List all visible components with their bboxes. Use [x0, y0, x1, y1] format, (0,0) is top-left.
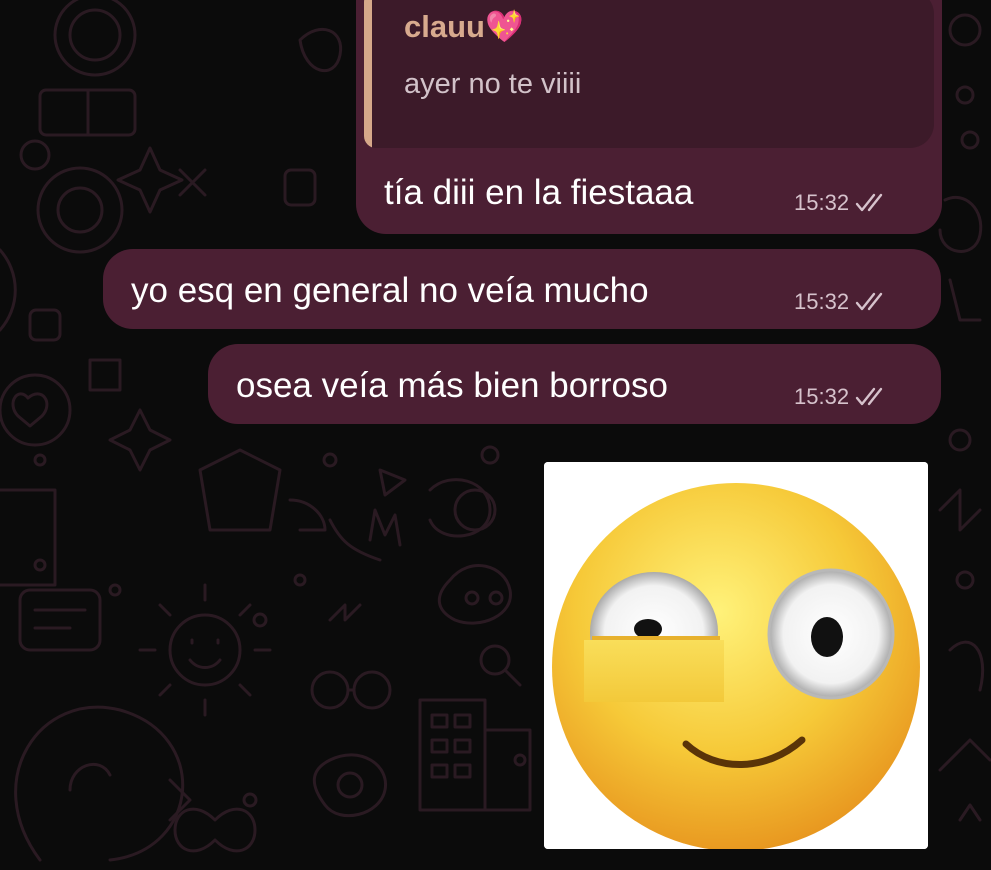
message-text: yo esq en general no veía mucho [131, 271, 649, 310]
emoji-sticker[interactable] [544, 462, 928, 849]
message-meta: 15:32 [794, 190, 889, 216]
message-text: tía diii en la fiestaaa [384, 173, 694, 212]
message-meta: 15:32 [794, 289, 889, 315]
message-time: 15:32 [794, 384, 850, 409]
reply-message-bubble[interactable]: clauu💖 ayer no te viiii tía diii en la f… [356, 0, 942, 234]
message-bubble[interactable]: yo esq en general no veía mucho 15:32 [103, 249, 941, 329]
message-time: 15:32 [794, 190, 850, 215]
message-bubble[interactable]: osea veía más bien borroso 15:32 [208, 344, 941, 424]
flushed-uneven-eyes-emoji-icon [544, 462, 928, 849]
quoted-author-name: clauu💖 [404, 8, 524, 45]
quote-accent-bar [364, 0, 372, 148]
author-name-text: clauu [404, 9, 485, 44]
double-check-icon [855, 292, 883, 311]
message-text: osea veía más bien borroso [236, 366, 668, 405]
sparkling-heart-icon: 💖 [484, 9, 524, 44]
quoted-message-text: ayer no te viiii [404, 68, 582, 100]
message-time: 15:32 [794, 289, 850, 314]
quoted-message-card[interactable]: clauu💖 ayer no te viiii [364, 0, 934, 148]
double-check-icon [855, 193, 883, 212]
message-meta: 15:32 [794, 384, 889, 410]
double-check-icon [855, 387, 883, 406]
